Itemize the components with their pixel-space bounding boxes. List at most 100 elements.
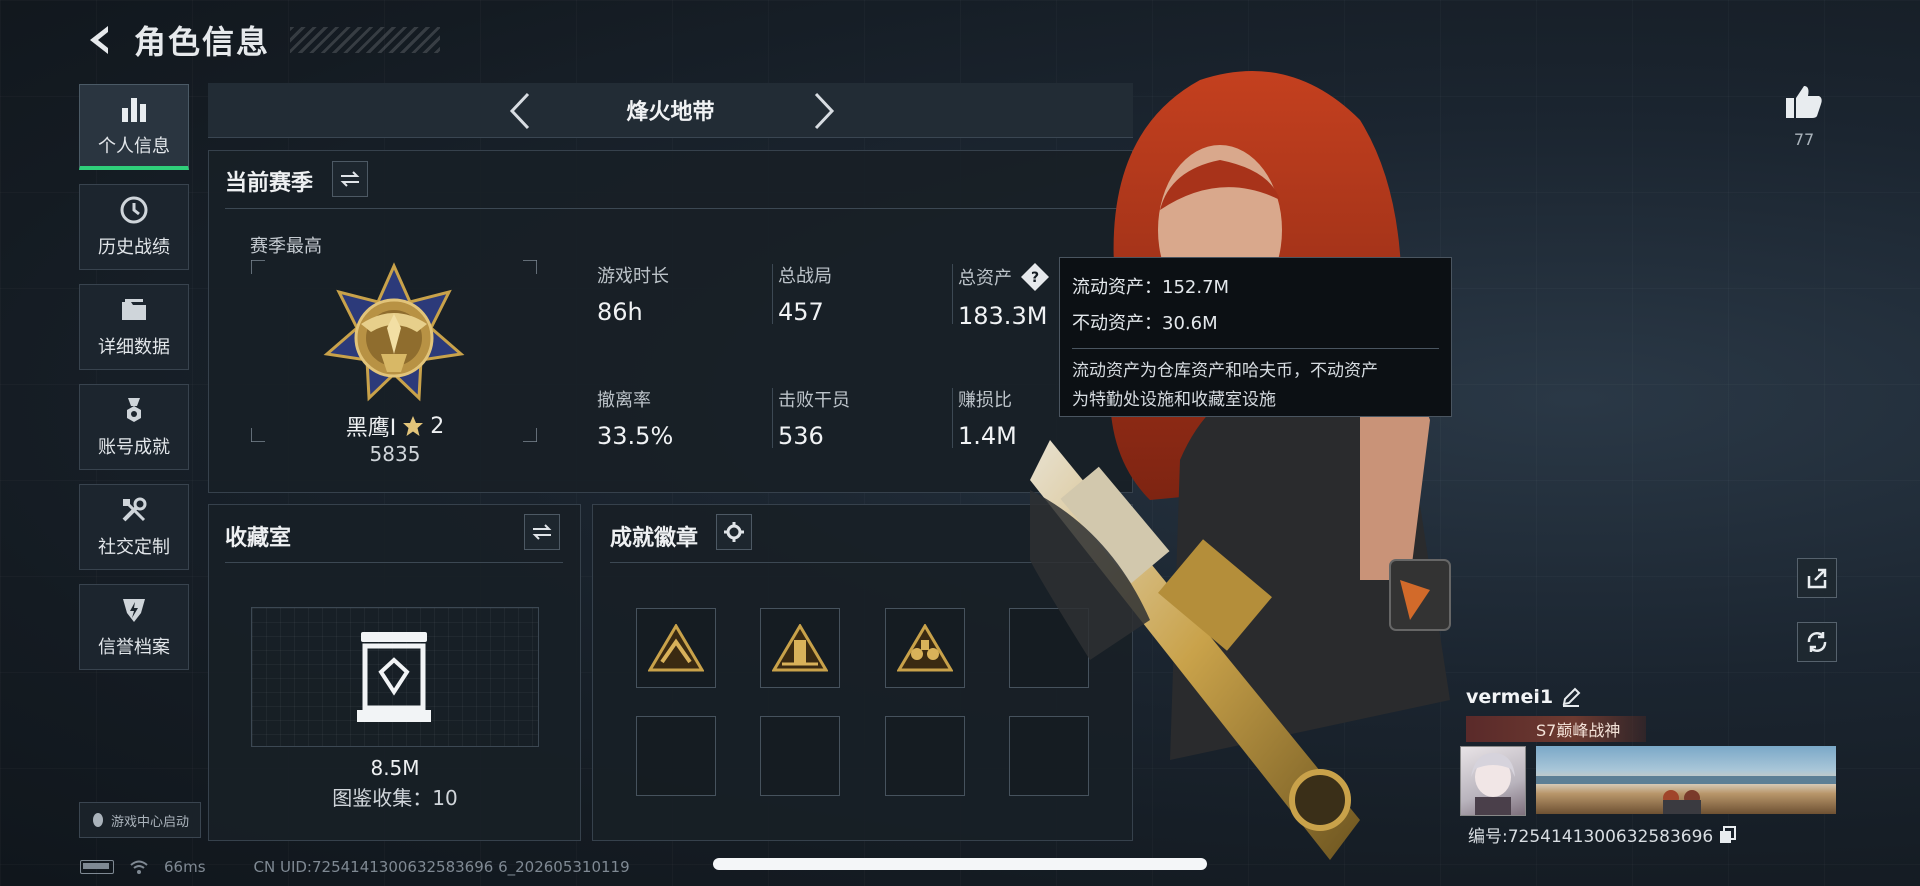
stat-value: 1.4M [958,422,1017,450]
player-title-badge: S7巅峰战神 [1466,716,1646,742]
badge-slot-empty[interactable] [636,716,716,796]
nav-label: 个人信息 [98,135,170,157]
like-count: 77 [1793,130,1815,149]
nav-label: 账号成就 [98,437,170,458]
clock-icon [120,196,148,224]
nav-item-details[interactable]: 详细数据 [79,284,189,370]
tooltip-divider [1072,348,1439,349]
copy-icon[interactable] [1719,825,1737,844]
achievement-badge-icon [772,624,828,672]
nav-label: 详细数据 [98,337,170,358]
back-arrow-icon [90,26,108,54]
nav-label: 信誉档案 [98,637,170,658]
player-uid-text: 编号:7254141300632583696 [1468,827,1714,847]
stat-play-time: 游戏时长 86h [597,262,669,326]
badge-slot[interactable] [636,608,716,688]
stat-label: 赚损比 [958,390,1012,411]
share-icon [1807,568,1827,589]
tooltip-desc-line1: 流动资产为仓库资产和哈夫币，不动资产 [1072,361,1378,381]
stat-value: 33.5% [597,422,674,450]
stat-divider [952,264,953,324]
nav-item-history[interactable]: 历史战绩 [79,184,189,270]
collection-divider [225,562,563,563]
stat-value: 86h [597,298,643,326]
nav-label: 历史战绩 [98,237,170,258]
collection-count: 图鉴收集：10 [332,786,458,810]
edit-icon[interactable] [1561,687,1581,707]
gear-icon [724,522,744,542]
badges-title: 成就徽章 [610,526,699,551]
stat-total-matches: 总战局 457 [778,262,832,326]
nav-item-achievements[interactable]: 账号成就 [79,384,189,470]
stat-kills: 击败干员 536 [778,386,850,450]
refresh-icon [1807,632,1827,652]
side-nav: 个人信息 历史战绩 详细数据 账号成就 社交定制 信誉档案 [79,84,191,684]
folder-icon [122,299,146,320]
thumbs-up-icon [1786,86,1822,118]
mode-title: 烽火地带 [626,100,715,125]
cn-uid-text: CN UID:7254141300632583696 6_20260531011… [253,858,630,876]
penguin-icon [92,813,103,827]
mode-next-button[interactable] [804,91,844,131]
bar-chart-icon [122,97,146,122]
like-button[interactable] [1782,82,1826,126]
player-uid: 编号:7254141300632583696 [1468,822,1737,847]
nav-item-reputation[interactable]: 信誉档案 [79,584,189,670]
stat-divider [772,388,773,448]
collection-title: 收藏室 [225,526,292,551]
shield-icon [123,599,145,622]
swap-icon [532,524,552,540]
share-button[interactable] [1797,558,1837,598]
rank-stars: 2 [430,413,445,439]
top-bar: 角色信息 [80,18,441,62]
mode-selector: 烽火地带 [208,83,1133,138]
player-name-text: vermei1 [1466,686,1554,708]
tooltip-liquid: 流动资产：152.7M [1072,277,1230,298]
player-name: vermei1 [1466,686,1581,708]
rank-name-text: 黑鹰I [345,416,397,441]
refresh-button[interactable] [1797,622,1837,662]
collection-switch-button[interactable] [524,514,560,550]
tooltip-fixed: 不动资产：30.6M [1072,313,1218,334]
avatar-portrait-icon [1471,753,1515,815]
achievement-badge-icon [897,624,953,672]
swap-icon [340,171,360,187]
rank-score: 5835 [369,442,421,466]
assets-tooltip: 流动资产：152.7M 不动资产：30.6M 流动资产为仓库资产和哈夫币，不动资… [1059,257,1452,417]
badge-slot-empty[interactable] [885,716,965,796]
battery-icon [80,860,114,874]
display-case-icon [357,632,431,722]
rank-name: 黑鹰I 2 [300,410,490,442]
stat-divider [772,264,773,324]
stat-value: 457 [778,298,824,326]
badges-settings-button[interactable] [716,514,752,550]
wifi-icon [130,860,148,874]
ping-text: 66ms [164,858,206,876]
mode-prev-button[interactable] [500,91,540,131]
profile-banner [1536,746,1836,814]
badge-slot-empty[interactable] [760,716,840,796]
badge-slot[interactable] [885,608,965,688]
title-decoration [290,27,441,53]
nav-item-profile[interactable]: 个人信息 [79,84,189,170]
game-center-button[interactable]: 游戏中心启动 [79,802,201,838]
badge-slot[interactable] [760,608,840,688]
achievement-badge-icon [648,624,704,672]
stat-label: 总战局 [778,266,832,287]
chevron-left-icon [509,92,530,130]
back-button[interactable] [80,20,120,60]
nav-item-social[interactable]: 社交定制 [79,484,189,570]
home-indicator[interactable] [713,858,1207,870]
season-switch-button[interactable] [332,161,368,197]
stat-value: 536 [778,422,824,450]
avatar[interactable] [1460,746,1526,816]
stat-divider [952,388,953,448]
chevron-right-icon [814,92,835,130]
season-title: 当前赛季 [225,171,314,196]
stat-extract-rate: 撤离率 33.5% [597,386,673,450]
stat-label-text: 总资产 [958,268,1012,289]
beach-scene-icon [1536,776,1836,814]
player-title-text: S7巅峰战神 [1536,721,1621,740]
page-title: 角色信息 [134,23,271,61]
stat-label: 撤离率 [597,390,651,411]
